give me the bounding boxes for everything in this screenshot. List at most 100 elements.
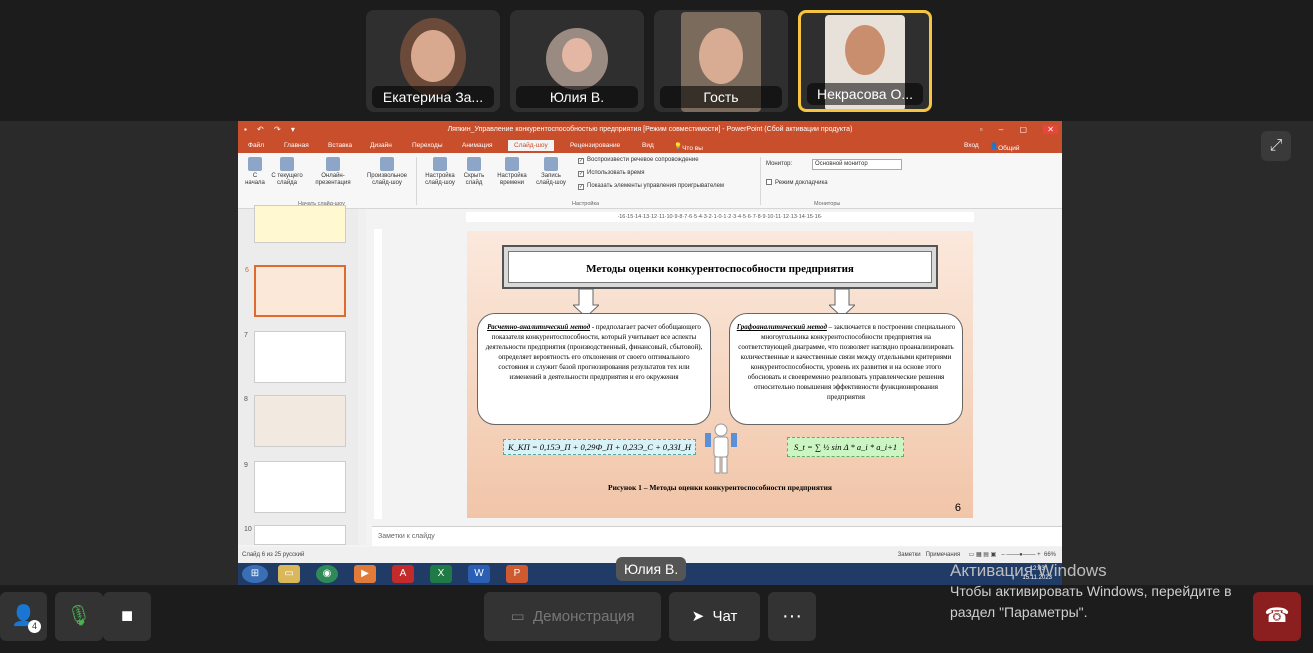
watermark-line-2: раздел "Параметры". [950, 604, 1088, 620]
screen-share-button[interactable]: ▭ Демонстрация [484, 592, 661, 641]
word-icon[interactable]: W [468, 565, 490, 583]
expand-icon[interactable]: ⤢ [1261, 131, 1291, 161]
notes-pane[interactable]: Заметки к слайду [372, 526, 1062, 546]
slide-number: 10 [244, 526, 252, 533]
ppt-titlebar: ▪ ↶ ↷ ▾ Ляпкин_Управление конкурентоспос… [238, 121, 1062, 139]
record-icon [544, 157, 558, 171]
powerpoint-window: ▪ ↶ ↷ ▾ Ляпкин_Управление конкурентоспос… [238, 121, 1062, 563]
zoom-level[interactable]: 66% [1044, 552, 1056, 558]
participant-count-badge: 4 [28, 620, 41, 633]
tab-transitions[interactable]: Переходы [412, 142, 443, 149]
participant-tile[interactable]: Гость [654, 10, 788, 112]
tab-file[interactable]: Файл [248, 142, 264, 149]
slide-canvas[interactable]: Методы оценки конкурентоспособности пред… [467, 231, 973, 518]
view-icons[interactable]: ▭ ▦ ▤ ▣ [969, 552, 997, 558]
chat-icon: ➤ [691, 608, 705, 625]
camera-button[interactable]: ■ [103, 592, 151, 641]
invite-participants-button[interactable]: 👤 4 [0, 592, 47, 641]
narration-checkbox[interactable]: ✓ Воспроизвести речевое сопровождение [578, 157, 699, 164]
tab-design[interactable]: Дизайн [370, 142, 392, 149]
participant-name: Гость [660, 86, 782, 108]
rehearse-timings-button[interactable]: Настройка времени [492, 157, 532, 187]
method-box-left: Расчетно-аналитический метод - предполаг… [477, 313, 711, 425]
custom-slideshow-button[interactable]: Произвольное слайд-шоу [360, 157, 414, 187]
chrome-icon[interactable]: ◉ [316, 565, 338, 583]
slideshow-start-icon [248, 157, 262, 171]
login-link[interactable]: Вход [964, 142, 979, 149]
watermark-title: Активация Windows [950, 561, 1107, 580]
hide-slide-button[interactable]: Скрыть слайд [460, 157, 488, 187]
media-player-icon[interactable]: ▶ [354, 565, 376, 583]
participant-tile-active[interactable]: Некрасова О... [798, 10, 932, 112]
tab-insert[interactable]: Вставка [328, 142, 352, 149]
powerpoint-icon[interactable]: P [506, 565, 528, 583]
timings-checkbox[interactable]: ✓ Использовать время [578, 170, 645, 177]
participant-face [845, 25, 885, 75]
slide-thumbnail[interactable]: 9 [244, 461, 346, 513]
record-slideshow-button[interactable]: Запись слайд-шоу [534, 157, 568, 187]
ribbon-tabs: Файл Главная Вставка Дизайн Переходы Ани… [238, 139, 1062, 166]
method-name-left: Расчетно-аналитический метод [487, 323, 591, 331]
camera-icon: ■ [120, 605, 134, 627]
participant-face [411, 30, 455, 82]
thumbnails-scrollbar[interactable] [358, 209, 366, 545]
notes-toggle[interactable]: Заметки [898, 552, 921, 558]
more-options-button[interactable]: ··· [768, 592, 816, 641]
slide-thumbnail[interactable]: 8 [244, 395, 346, 447]
slide-caption: Рисунок 1 – Методы оценки конкурентоспос… [608, 483, 832, 492]
slideshow-current-icon [280, 157, 294, 171]
participant-name: Некрасова О... [807, 83, 923, 105]
microphone-button[interactable]: 🎙 [55, 592, 103, 641]
participant-tile[interactable]: Юлия В. [510, 10, 644, 112]
tab-home[interactable]: Главная [284, 142, 309, 149]
chat-button[interactable]: ➤ Чат [669, 592, 760, 641]
close-icon[interactable]: ✕ [1043, 125, 1058, 134]
monitor-select[interactable]: Основной монитор [812, 159, 902, 170]
tab-animation[interactable]: Анимация [462, 142, 493, 149]
setup-icon [433, 157, 447, 171]
windows-activation-watermark: Активация Windows Чтобы активировать Win… [950, 560, 1232, 623]
participant-tile[interactable]: Екатерина За... [366, 10, 500, 112]
microphone-icon: 🎙 [66, 605, 92, 627]
slide-page-number: 6 [954, 502, 961, 514]
formula-left: K_КП = 0,15Э_П + 0,29Ф_П + 0,23Э_С + 0,3… [503, 439, 697, 455]
controls-checkbox[interactable]: ✓ Показать элементы управления проигрыват… [578, 183, 724, 190]
method-box-right: Графоаналитический метод – заключается в… [729, 313, 963, 425]
ribbon-slideshow: С начала С текущего слайда Онлайн-презен… [238, 153, 1062, 209]
share-button[interactable]: 👤 Общий доступ [990, 142, 1019, 159]
excel-icon[interactable]: X [430, 565, 452, 583]
setup-slideshow-button[interactable]: Настройка слайд-шоу [420, 157, 460, 187]
slide-number: 6 [245, 267, 249, 274]
screen-share-icon: ▭ [510, 608, 525, 625]
window-controls[interactable]: ▫ – ▢ ✕ [980, 121, 1058, 139]
online-present-icon [326, 157, 340, 171]
slide-number: 9 [244, 462, 248, 469]
tab-review[interactable]: Рецензирование [570, 142, 620, 149]
presenter-view-checkbox[interactable]: Режим докладчика [766, 179, 828, 186]
pdf-reader-icon[interactable]: A [392, 565, 414, 583]
from-start-button[interactable]: С начала [244, 157, 266, 187]
ppt-window-title: Ляпкин_Управление конкурентоспособностью… [447, 126, 853, 133]
slide-title-box: Методы оценки конкурентоспособности пред… [502, 245, 938, 289]
presenter-label: Юлия В. [616, 557, 687, 581]
zoom-slider[interactable]: – ───●─── + [1001, 552, 1040, 558]
slide-thumbnail[interactable]: 10 [244, 525, 346, 545]
participant-name: Юлия В. [516, 86, 638, 108]
comments-toggle[interactable]: Примечания [926, 552, 961, 558]
slide-thumbnail[interactable] [254, 205, 346, 243]
online-presentation-button[interactable]: Онлайн-презентация [310, 157, 356, 187]
tab-slideshow[interactable]: Слайд-шоу [508, 140, 554, 151]
slide-thumbnail-selected[interactable]: 6 [245, 265, 346, 317]
group-label-monitors: Мониторы [814, 201, 841, 207]
phone-hangup-icon: ☎ [1264, 605, 1290, 627]
start-icon[interactable]: ⊞ [242, 565, 268, 583]
tab-view[interactable]: Вид [642, 142, 654, 149]
participant-name: Екатерина За... [372, 86, 494, 108]
hang-up-button[interactable]: ☎ [1253, 592, 1301, 641]
tell-me-box[interactable]: 💡 Что вы хотите сделать? [674, 142, 710, 166]
custom-show-icon [380, 157, 394, 171]
vertical-ruler [374, 229, 382, 519]
from-current-button[interactable]: С текущего слайда [268, 157, 306, 187]
file-explorer-icon[interactable]: ▭ [278, 565, 300, 583]
slide-thumbnail[interactable]: 7 [244, 331, 346, 383]
